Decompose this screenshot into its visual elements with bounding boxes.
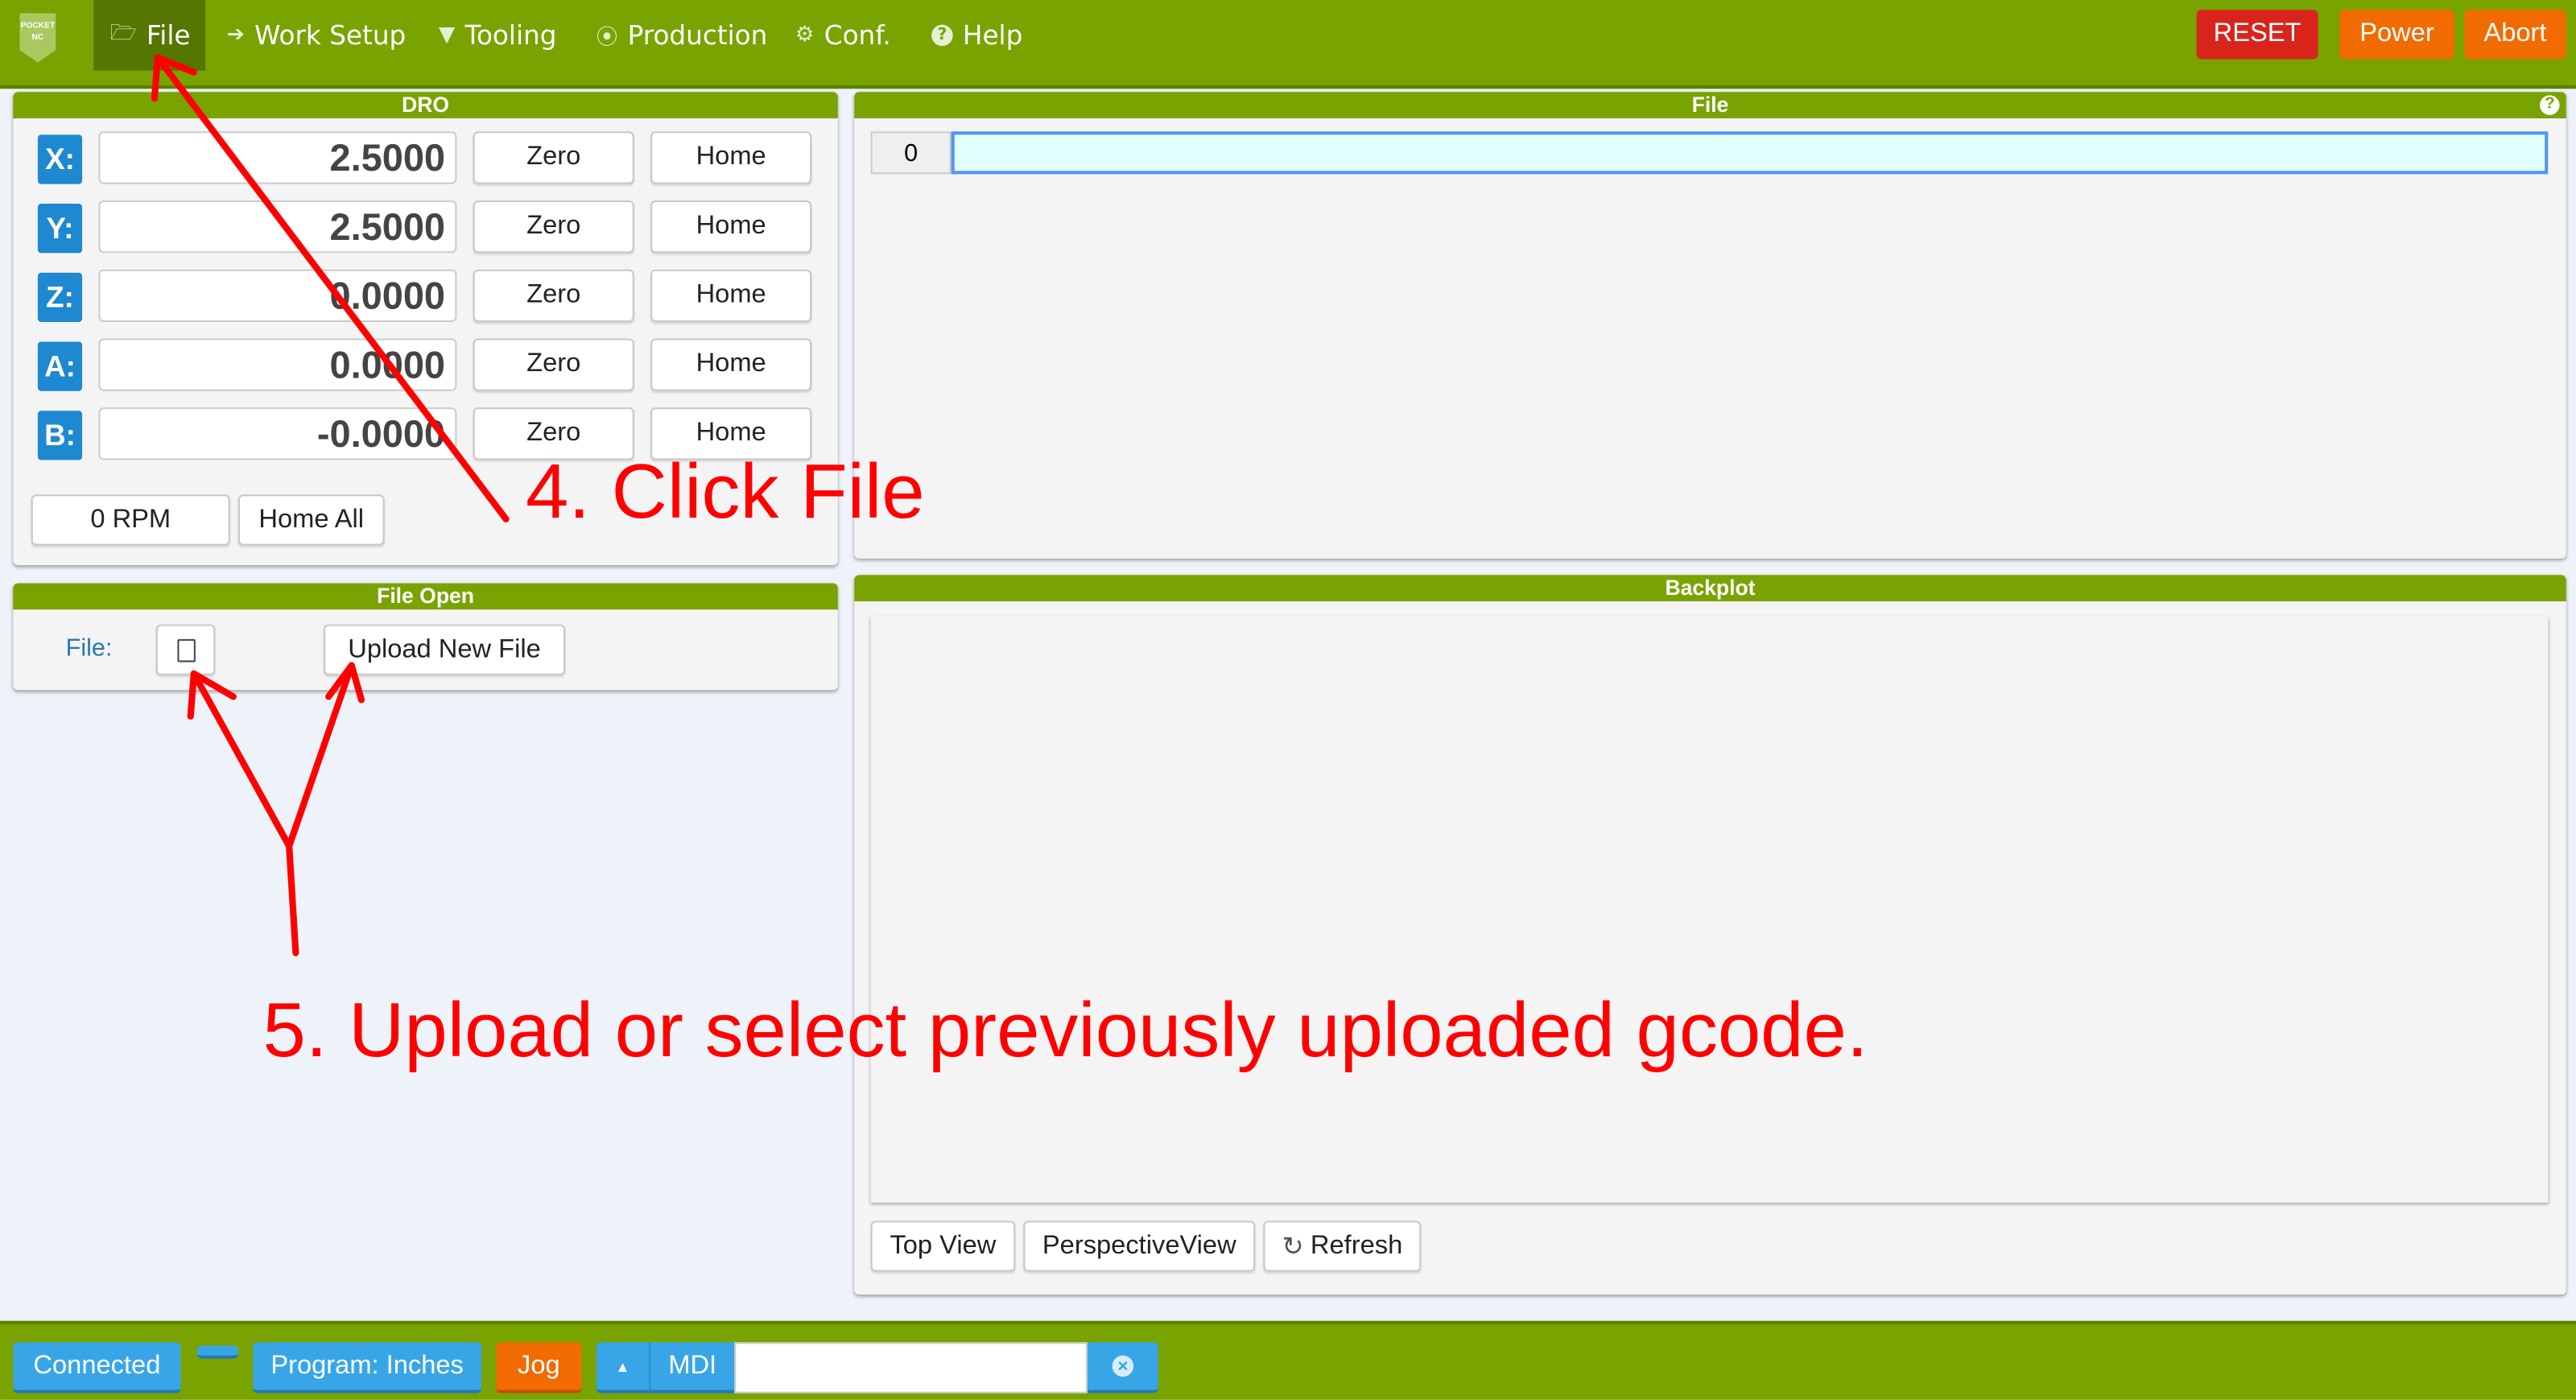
- power-button[interactable]: Power: [2339, 10, 2454, 60]
- axis-position-field[interactable]: 2.5000: [98, 200, 457, 254]
- axis-position-field[interactable]: 2.5000: [98, 131, 457, 184]
- nav-production[interactable]: ⦿ Production: [580, 0, 783, 71]
- backplot-header: Backplot: [854, 575, 2566, 601]
- zero-button[interactable]: Zero: [473, 200, 634, 254]
- clear-mdi-button[interactable]: ×: [1088, 1342, 1158, 1394]
- pocketnc-logo: POCKET NC: [19, 13, 56, 63]
- abort-button[interactable]: Abort: [2464, 10, 2566, 60]
- connected-button[interactable]: Connected: [13, 1342, 181, 1394]
- status-indicator[interactable]: [196, 1345, 238, 1359]
- mdi-input[interactable]: [734, 1342, 1088, 1394]
- select-file-button[interactable]: [155, 624, 216, 675]
- axis-label: Z:: [37, 272, 83, 322]
- nav-tooling[interactable]: ▼ Tooling: [422, 0, 572, 71]
- refresh-icon: ↻: [1282, 1233, 1304, 1262]
- file-panel: File ? 0: [854, 92, 2566, 559]
- nav-help[interactable]: ? Help: [915, 0, 1039, 71]
- axis-position-field[interactable]: 0.0000: [98, 269, 457, 322]
- home-button[interactable]: Home: [650, 200, 812, 254]
- file-open-panel: File Open File: Upload New File: [13, 583, 838, 691]
- file-label: File:: [65, 634, 113, 663]
- dro-panel: DRO X: 2.5000 Zero Home Y: 2.5000 Zero Ho…: [13, 92, 838, 566]
- spindle-rpm-button[interactable]: 0 RPM: [31, 494, 230, 546]
- mdi-label: MDI: [649, 1342, 735, 1394]
- help-icon[interactable]: ?: [2540, 95, 2560, 115]
- axis-label: B:: [37, 411, 83, 460]
- nav-label: Help: [962, 19, 1023, 52]
- home-button[interactable]: Home: [650, 131, 812, 184]
- arrows-to-file-buttons: [190, 662, 355, 956]
- nav-label: Tooling: [464, 19, 557, 52]
- gcode-line[interactable]: [951, 131, 2549, 175]
- question-circle-icon: ?: [931, 24, 953, 47]
- axis-position-field[interactable]: 0.0000: [98, 338, 457, 391]
- nav-file[interactable]: 🗁 File: [93, 0, 206, 71]
- zero-button[interactable]: Zero: [473, 338, 634, 391]
- gears-icon: ⚙: [795, 23, 815, 48]
- home-button[interactable]: Home: [650, 338, 812, 391]
- home-all-button[interactable]: Home All: [237, 494, 385, 546]
- axis-position-field[interactable]: -0.0000: [98, 407, 457, 460]
- file-panel-header: File: [854, 92, 2566, 118]
- nav-label: Production: [627, 19, 768, 52]
- nav-label: Work Setup: [254, 19, 407, 52]
- mdi-history-button[interactable]: ▲: [596, 1342, 650, 1394]
- app-root: POCKET NC 🗁 File ➔ Work Setup ▼ Tooling ⦿ Pr…: [0, 0, 2576, 1400]
- file-icon: [176, 638, 195, 662]
- nav-label: File: [146, 19, 191, 52]
- perspective-view-button[interactable]: PerspectiveView: [1023, 1220, 1256, 1272]
- zero-button[interactable]: Zero: [473, 269, 634, 322]
- axis-label: X:: [37, 134, 83, 184]
- status-bar: Connected Program: Inches Jog ▲ MDI ×: [0, 1320, 2576, 1400]
- nav-label: Conf.: [824, 19, 891, 52]
- folder-open-icon: 🗁: [109, 20, 137, 46]
- top-view-button[interactable]: Top View: [870, 1220, 1016, 1272]
- backplot-panel: Backplot Top View PerspectiveView ↻ Refre…: [854, 575, 2566, 1295]
- filter-icon: ▼: [438, 23, 456, 48]
- upload-new-file-button[interactable]: Upload New File: [324, 624, 566, 675]
- play-circle-icon: ⦿: [596, 26, 618, 52]
- dro-header: DRO: [13, 92, 838, 118]
- top-navbar: POCKET NC 🗁 File ➔ Work Setup ▼ Tooling ⦿ Pr…: [0, 0, 2576, 89]
- line-number: 0: [870, 131, 952, 175]
- backplot-canvas[interactable]: [870, 616, 2549, 1203]
- sign-in-icon: ➔: [226, 23, 245, 48]
- nav-work-setup[interactable]: ➔ Work Setup: [210, 0, 422, 71]
- zero-button[interactable]: Zero: [473, 407, 634, 460]
- refresh-label: Refresh: [1310, 1231, 1403, 1260]
- program-units-button[interactable]: Program: Inches: [253, 1342, 481, 1394]
- axis-label: A:: [37, 341, 83, 391]
- reset-button[interactable]: RESET: [2196, 10, 2318, 60]
- close-circle-icon: ×: [1112, 1355, 1134, 1377]
- zero-button[interactable]: Zero: [473, 131, 634, 184]
- nav-conf[interactable]: ⚙ Conf.: [778, 0, 907, 71]
- home-button[interactable]: Home: [650, 269, 812, 322]
- refresh-button[interactable]: ↻ Refresh: [1263, 1220, 1422, 1272]
- home-button[interactable]: Home: [650, 407, 812, 460]
- jog-button[interactable]: Jog: [496, 1342, 582, 1394]
- axis-label: Y:: [37, 204, 83, 254]
- file-open-header: File Open: [13, 583, 838, 610]
